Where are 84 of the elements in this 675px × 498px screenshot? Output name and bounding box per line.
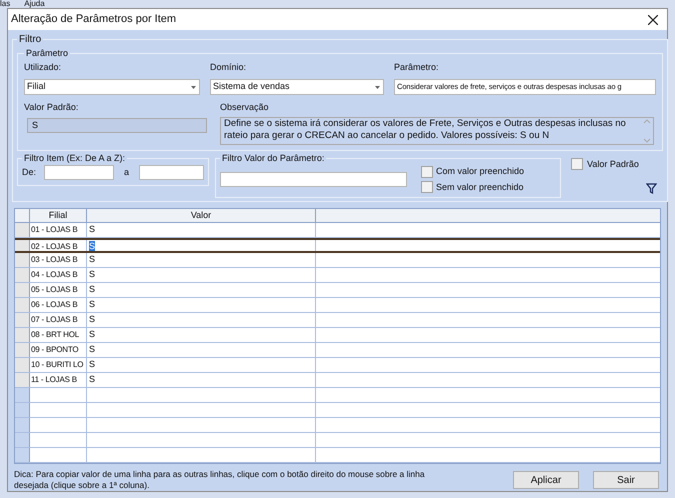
row-header[interactable] (15, 223, 30, 237)
table-row[interactable]: 08 - BRT HOL S (15, 328, 660, 343)
table-cell: 04 - LOJAS B (30, 268, 87, 282)
row-header[interactable] (15, 418, 30, 432)
table-cell: 11 - LOJAS B (30, 373, 87, 387)
filter-icon[interactable] (646, 183, 657, 194)
table-cell: S (89, 254, 96, 264)
table-row[interactable]: 07 - LOJAS B S (15, 313, 660, 328)
table-row[interactable]: 11 - LOJAS B S (15, 373, 660, 388)
column-header[interactable]: Valor (87, 209, 316, 222)
field-label: Domínio: (210, 60, 248, 74)
row-header[interactable] (15, 448, 30, 462)
hint-text: Dica: Para copiar valor de uma linha para as outras linhas, clique com o botão direito do mouse sobre a linha desejada (clique sobre a 1ª coluna). (14, 469, 426, 491)
field-label: Observação (220, 101, 270, 114)
table-row[interactable]: 04 - LOJAS B S (15, 268, 660, 283)
field-label: De: (22, 166, 38, 179)
input-field[interactable] (139, 165, 204, 180)
row-header[interactable] (15, 283, 30, 297)
field-label: Valor Padrão: (24, 101, 80, 114)
table-cell: S (89, 359, 96, 369)
row-header[interactable] (15, 298, 30, 312)
table-cell: 10 - BURITI LO (30, 358, 87, 372)
table-row[interactable]: 03 - LOJAS B S (15, 253, 660, 268)
column-header[interactable]: Filial (30, 209, 87, 222)
row-header[interactable] (15, 373, 30, 387)
row-header[interactable] (15, 343, 30, 357)
window-title: Alteração de Parâmetros por Item (11, 12, 178, 28)
row-header[interactable] (15, 268, 30, 282)
group-label: Filtro Valor do Parâmetro: (221, 152, 326, 164)
table-cell: 06 - LOJAS B (30, 298, 87, 312)
checkbox[interactable] (571, 158, 584, 170)
field-label: Parâmetro: (394, 60, 440, 74)
table-row[interactable]: 10 - BURITI LO S (15, 358, 660, 373)
table-cell: S (89, 241, 96, 251)
checkbox[interactable] (421, 166, 434, 178)
checkbox-label: Sem valor preenchido (436, 180, 524, 194)
input-field[interactable] (44, 165, 114, 180)
dropdown[interactable]: Sistema de vendas (210, 79, 384, 95)
table-row[interactable]: 05 - LOJAS B S (15, 283, 660, 298)
table-cell: S (89, 284, 96, 294)
menu-item[interactable]: las (0, 0, 10, 8)
dropdown[interactable]: Filial (24, 79, 200, 95)
input-field[interactable] (220, 172, 408, 187)
table-row[interactable]: 06 - LOJAS B S (15, 298, 660, 313)
table-cell: S (89, 299, 96, 309)
table-cell: S (89, 344, 96, 354)
checkbox-label: Valor Padrão (587, 158, 639, 170)
input-field: S (27, 118, 207, 132)
group-label: Filtro (18, 33, 42, 47)
dialog-button[interactable]: Sair (593, 471, 659, 489)
table-cell: S (89, 329, 96, 339)
table-cell: 05 - LOJAS B (30, 283, 87, 297)
table-cell: 02 - LOJAS B (30, 240, 87, 251)
table-cell: S (89, 269, 96, 279)
table-cell: 08 - BRT HOL (30, 328, 87, 342)
table-cell: 07 - LOJAS B (30, 313, 87, 327)
table-row[interactable]: 02 - LOJAS B S (15, 238, 660, 253)
row-header[interactable] (15, 253, 30, 267)
row-header[interactable] (15, 313, 30, 327)
checkbox-label: Com valor preenchido (436, 165, 524, 178)
scrollbar[interactable] (641, 118, 653, 144)
row-header[interactable] (15, 433, 30, 447)
table-cell: 03 - LOJAS B (30, 253, 87, 267)
row-header[interactable] (15, 328, 30, 342)
row-header[interactable] (15, 388, 30, 402)
close-icon[interactable] (648, 14, 658, 24)
menu-item[interactable]: Ajuda (24, 0, 45, 8)
checkbox[interactable] (421, 181, 434, 194)
table-cell: S (89, 314, 96, 324)
group-label: Filtro Item (Ex: De A a Z): (23, 152, 126, 165)
table-cell: 09 - BPONTO (30, 343, 87, 357)
field-label: a (123, 166, 130, 179)
group-label: Parâmetro (25, 47, 70, 60)
row-header[interactable] (15, 403, 30, 417)
row-header[interactable] (15, 358, 30, 372)
field-label: Utilizado: (24, 60, 62, 74)
table-cell: S (89, 374, 96, 384)
table-cell: 01 - LOJAS B (30, 223, 87, 237)
dialog-button[interactable]: Aplicar (513, 471, 579, 489)
table-cell: S (89, 224, 96, 234)
table-row[interactable]: 09 - BPONTO S (15, 343, 660, 358)
row-header[interactable] (15, 240, 30, 251)
table-row[interactable]: 01 - LOJAS B S (15, 223, 660, 238)
notes-field: Define se o sistema irá considerar os valores de Frete, Serviços e Outras despesas inclusas no rateio para gerar o CRECAN ao cancelar o pedido. Valores possíveis: S ou N (220, 116, 654, 144)
